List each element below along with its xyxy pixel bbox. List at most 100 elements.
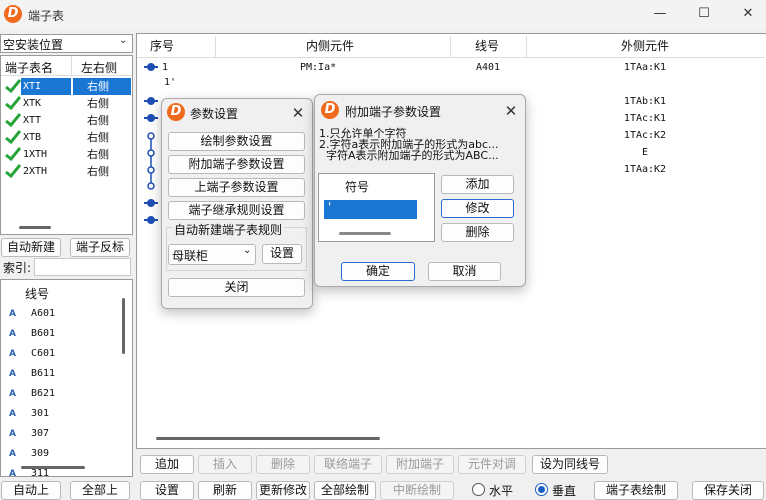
wire-type-icon: A [9,309,16,319]
table-row[interactable]: 2XTH 右侧 [1,163,131,180]
divider [450,36,451,57]
wire-type-icon: A [9,389,16,399]
link-node [147,166,155,174]
wire-number: A601 [31,308,56,319]
outer-component-cell: E [641,147,649,158]
symbol-list-item[interactable]: ' [324,200,417,219]
table-row[interactable]: XTK 右侧 [1,95,131,112]
table-side: 右侧 [87,97,109,110]
list-item[interactable]: A B601 [1,324,129,344]
draw-params-button[interactable]: 绘制参数设置 [168,132,305,151]
rule-select[interactable]: 母联柜 ⌄ [168,244,256,265]
horizontal-scrollbar[interactable] [21,466,85,469]
list-item[interactable]: A C601 [1,344,129,364]
reverse-label-button[interactable]: 端子反标 [70,238,130,257]
wire-number: 301 [31,408,50,419]
wire-type-icon: A [9,369,16,379]
insert-button[interactable]: 插入 [198,455,252,474]
table-row[interactable]: 1XTH 右侧 [1,146,131,163]
col-header-seq: 序号 [149,39,174,53]
upper-terminal-params-button[interactable]: 上端子参数设置 [168,178,305,197]
draw-all-button[interactable]: 全部绘制 [314,481,376,500]
ok-button[interactable]: 确定 [341,262,415,281]
outer-component-cell [600,76,690,93]
wire-number: 309 [31,448,50,459]
delete-button[interactable]: 删除 [256,455,310,474]
symbol-list-header: 符号 [345,180,370,194]
horizontal-scrollbar[interactable] [339,232,391,235]
draw-table-button[interactable]: 端子表绘制 [594,481,678,500]
check-icon [5,164,21,178]
divider [71,56,72,76]
link-terminal-button[interactable]: 联络端子 [314,455,382,474]
wire-list[interactable]: 线号 A A601 A B601 A C601 A B611 A B621 A 301 A 307 A 309… [0,279,133,479]
inner-component-cell [300,76,380,93]
table-row[interactable]: XTB 右侧 [1,129,131,146]
extra-terminal-params-button[interactable]: 附加端子参数设置 [168,155,305,174]
app-logo-icon: D [4,5,22,23]
seq-cell: 1' [164,77,177,88]
table-list-header: 端子表名 左右侧 [1,56,132,76]
table-side: 右侧 [87,165,109,178]
check-icon [5,130,21,144]
add-button[interactable]: 添加 [441,175,514,194]
maximize-button[interactable]: ☐ [682,0,726,28]
table-row[interactable]: XTT 右侧 [1,112,131,129]
extra-terminal-button[interactable]: 附加端子 [386,455,454,474]
list-item[interactable]: A 309 [1,444,129,464]
list-item[interactable]: A B621 [1,384,129,404]
same-wire-button[interactable]: 设为同线号 [532,455,608,474]
settings-button[interactable]: 设置 [140,481,194,500]
wire-number: C601 [31,348,56,359]
link-node [147,149,155,157]
radio-dot [538,486,545,493]
wire-type-icon: A [9,329,16,339]
table-row[interactable]: XTI 右侧 [1,78,131,95]
refresh-button[interactable]: 刷新 [198,481,252,500]
table-side: 右侧 [87,148,109,161]
vertical-scrollbar[interactable] [122,298,125,354]
table-side: 右侧 [87,131,109,144]
modify-button[interactable]: 修改 [441,199,514,218]
save-close-button[interactable]: 保存关闭 [692,481,764,500]
check-icon [5,96,21,110]
append-button[interactable]: 追加 [140,455,194,474]
radio-horizontal[interactable] [472,483,485,496]
wire-number: B601 [31,328,56,339]
update-button[interactable]: 更新修改 [256,481,310,500]
extra-terminal-dialog: D 附加端子参数设置 ✕ 1.只允许单个字符 2.字符a表示附加端子的形式为ab… [314,94,526,287]
rule-set-button[interactable]: 设置 [262,244,302,264]
close-window-button[interactable]: ✕ [726,0,766,28]
list-item[interactable]: A A601 [1,304,129,324]
all-up-button[interactable]: 全部上 [70,481,130,500]
swap-component-button[interactable]: 元件对调 [458,455,526,474]
connector-dot [147,199,155,207]
stop-draw-button[interactable]: 中断绘制 [380,481,454,500]
symbol-list[interactable]: 符号 ' [318,173,435,242]
list-item[interactable]: A 301 [1,404,129,424]
radio-vertical[interactable] [535,483,548,496]
wire-type-icon: A [9,349,16,359]
location-select[interactable]: 空安装位置 ⌄ [0,34,133,53]
divider [137,57,765,58]
index-input[interactable] [34,258,131,276]
outer-component-cell: 1TAb:K1 [623,96,667,107]
delete-button[interactable]: 删除 [441,223,514,242]
radio-vertical-label: 垂直 [552,484,577,498]
minimize-button[interactable]: — [638,0,682,28]
note-line: 字符A表示附加端子的形式为ABC... [319,149,499,162]
horizontal-scrollbar[interactable] [19,226,51,229]
close-icon[interactable]: ✕ [286,101,310,125]
auto-new-button[interactable]: 自动新建 [1,238,61,257]
settings-close-button[interactable]: 关闭 [168,278,305,297]
list-item[interactable]: A 307 [1,424,129,444]
table-name: XTB [23,132,42,143]
cancel-button[interactable]: 取消 [428,262,501,281]
close-icon[interactable]: ✕ [499,99,523,123]
horizontal-scrollbar[interactable] [156,437,380,440]
wire-list-header: 线号 [25,287,50,301]
terminal-table-list[interactable]: 端子表名 左右侧 XTI 右侧 XTK 右侧 XTT 右侧 XTB 右侧 1XTH 右侧 2XTH 右… [0,55,133,235]
list-item[interactable]: A B611 [1,364,129,384]
auto-up-button[interactable]: 自动上 [1,481,61,500]
inherit-rule-button[interactable]: 端子继承规则设置 [168,201,305,220]
